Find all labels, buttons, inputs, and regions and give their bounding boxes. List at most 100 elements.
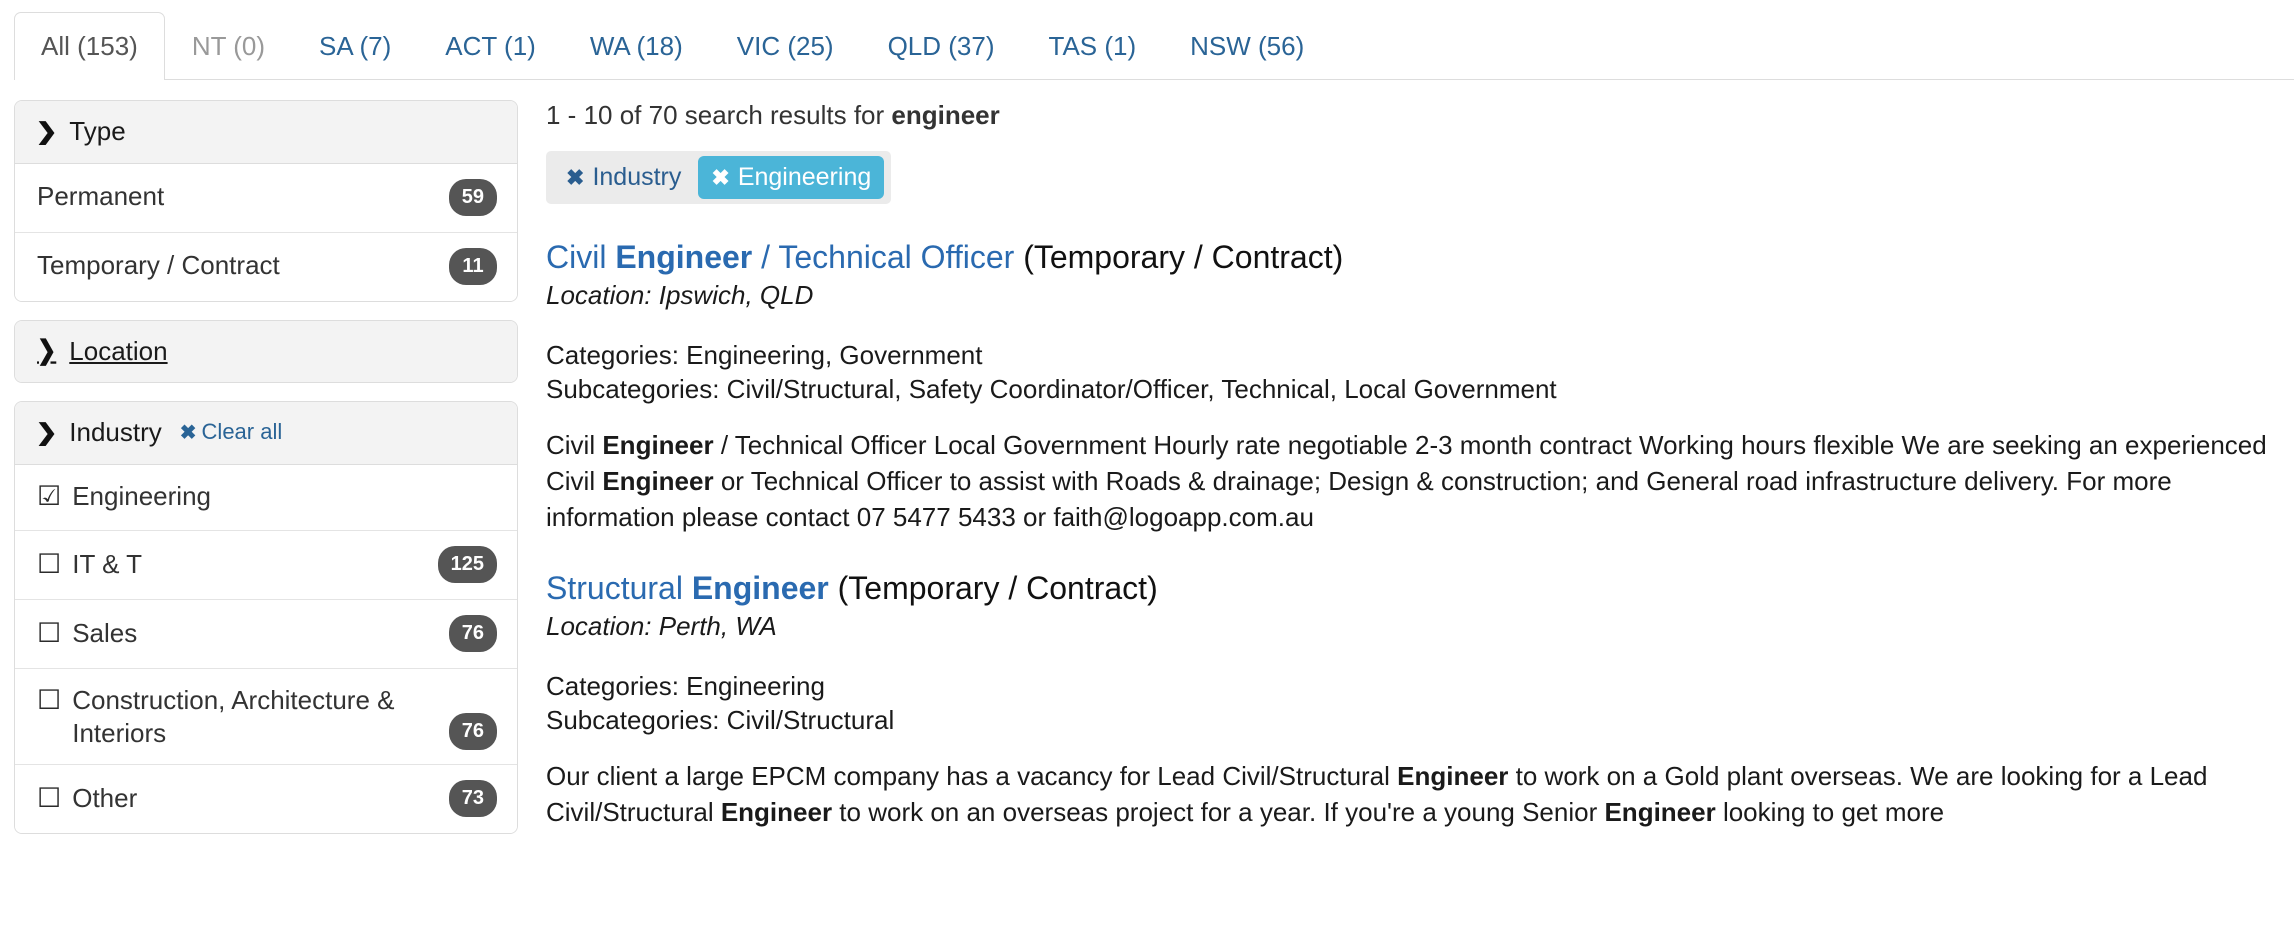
facet-row[interactable]: ☐ Sales 76 bbox=[15, 599, 517, 668]
job-title-highlight: Engineer bbox=[692, 570, 829, 606]
job-categories: Categories: Engineering, Government Subca… bbox=[546, 338, 2284, 407]
job-type-label: (Temporary / Contract) bbox=[1014, 239, 1343, 275]
checkbox-unchecked-icon[interactable]: ☐ bbox=[37, 782, 61, 815]
chevron-down-icon: ❯ bbox=[36, 120, 58, 143]
facet-row-label: Construction, Architecture & Interiors bbox=[72, 684, 435, 751]
facet-row-label: Temporary / Contract bbox=[37, 249, 280, 282]
job-description-text: Civil bbox=[546, 430, 602, 460]
tab-qld[interactable]: QLD (37) bbox=[861, 12, 1022, 80]
x-icon: ✖ bbox=[180, 422, 197, 444]
job-categories-line: Categories: Engineering bbox=[546, 671, 825, 701]
filter-chip-engineering[interactable]: ✖ Engineering bbox=[698, 156, 884, 199]
job-type-label: (Temporary / Contract) bbox=[829, 570, 1158, 606]
facet-panel-industry-header[interactable]: ❯ Industry ✖Clear all bbox=[15, 402, 517, 465]
job-categories-line: Categories: Engineering, Government bbox=[546, 340, 982, 370]
facet-row-left: Permanent bbox=[37, 180, 178, 213]
job-description-highlight: Engineer bbox=[602, 466, 713, 496]
tab-sa[interactable]: SA (7) bbox=[292, 12, 418, 80]
job-description-highlight: Engineer bbox=[1604, 797, 1715, 827]
facet-panel-type-rows: Permanent 59 Temporary / Contract 11 bbox=[15, 164, 517, 301]
checkbox-unchecked-icon[interactable]: ☐ bbox=[37, 684, 61, 717]
facet-count-badge: 76 bbox=[449, 615, 497, 652]
job-location: Location: Ipswich, QLD bbox=[546, 279, 2284, 312]
facet-row-label: Other bbox=[72, 782, 137, 815]
filter-chip-label: Industry bbox=[592, 165, 681, 190]
checkbox-checked-icon[interactable]: ☑ bbox=[37, 480, 61, 513]
clear-all-link[interactable]: ✖Clear all bbox=[180, 420, 282, 444]
search-results-column: 1 - 10 of 70 search results for engineer… bbox=[536, 100, 2294, 865]
chevron-down-icon: ❯ bbox=[36, 421, 58, 444]
job-description: Our client a large EPCM company has a va… bbox=[546, 759, 2284, 830]
job-description: Civil Engineer / Technical Officer Local… bbox=[546, 428, 2284, 535]
checkbox-unchecked-icon[interactable]: ☐ bbox=[37, 617, 61, 650]
facet-row-left: ☐ Construction, Architecture & Interiors bbox=[37, 684, 449, 751]
facet-count-badge: 59 bbox=[449, 179, 497, 216]
job-description-text: Our client a large EPCM company has a va… bbox=[546, 761, 1397, 791]
x-icon: ✖ bbox=[566, 167, 584, 189]
facet-row-left: Temporary / Contract bbox=[37, 249, 294, 282]
facet-row[interactable]: ☐ Construction, Architecture & Interiors 7… bbox=[15, 668, 517, 765]
job-description-text: looking to get more bbox=[1716, 797, 1944, 827]
tab-nt[interactable]: NT (0) bbox=[165, 12, 292, 80]
facet-count-badge: 11 bbox=[449, 248, 497, 285]
job-title-link[interactable]: Structural Engineer bbox=[546, 570, 829, 606]
facet-row[interactable]: ☐ Other 73 bbox=[15, 764, 517, 833]
job-subcategories-line: Subcategories: Civil/Structural bbox=[546, 705, 894, 735]
job-title-text: Civil bbox=[546, 239, 615, 275]
facet-sidebar: ❯ Type Permanent 59 Temporary / Contract 11… bbox=[14, 100, 536, 852]
facet-panel-location-title: Location bbox=[69, 337, 167, 366]
tab-wa[interactable]: WA (18) bbox=[563, 12, 710, 80]
facet-row-label: Sales bbox=[72, 617, 137, 650]
tab-all: All (153) bbox=[14, 12, 165, 80]
filter-chip-label: Engineering bbox=[738, 165, 871, 190]
facet-panel-type: ❯ Type Permanent 59 Temporary / Contract 11 bbox=[14, 100, 518, 302]
job-subcategories-line: Subcategories: Civil/Structural, Safety … bbox=[546, 374, 1557, 404]
facet-row-left: ☐ Sales bbox=[37, 617, 151, 650]
result-count: 1 - 10 of 70 search results for engineer bbox=[546, 100, 2284, 131]
facet-count-badge: 73 bbox=[449, 780, 497, 817]
facet-row[interactable]: Temporary / Contract 11 bbox=[15, 232, 517, 301]
state-tab-bar: All (153)NT (0)SA (7)ACT (1)WA (18)VIC (… bbox=[0, 0, 2294, 80]
checkbox-unchecked-icon[interactable]: ☐ bbox=[37, 548, 61, 581]
filter-chip-industry[interactable]: ✖ Industry bbox=[553, 156, 694, 199]
chevron-right-icon: ❯ bbox=[37, 338, 56, 364]
clear-all-label: Clear all bbox=[202, 419, 283, 444]
job-title-highlight: Engineer bbox=[615, 239, 752, 275]
job-title-text: Structural bbox=[546, 570, 692, 606]
job-description-highlight: Engineer bbox=[1397, 761, 1508, 791]
result-count-term: engineer bbox=[891, 100, 999, 130]
job-result: Civil Engineer / Technical Officer (Temp… bbox=[546, 238, 2284, 535]
facet-row-left: ☐ IT & T bbox=[37, 548, 156, 581]
active-filter-chip-bar: ✖ Industry ✖ Engineering bbox=[546, 151, 891, 204]
job-description-highlight: Engineer bbox=[602, 430, 713, 460]
job-title-link[interactable]: Civil Engineer / Technical Officer bbox=[546, 239, 1014, 275]
job-title: Structural Engineer (Temporary / Contrac… bbox=[546, 569, 2284, 608]
facet-panel-location: ❯ Location bbox=[14, 320, 518, 384]
facet-row[interactable]: Permanent 59 bbox=[15, 164, 517, 232]
job-title-text-tail: / Technical Officer bbox=[752, 239, 1014, 275]
x-icon: ✖ bbox=[711, 167, 729, 189]
result-count-prefix: 1 - 10 of 70 search results for bbox=[546, 100, 891, 130]
facet-row-label: Permanent bbox=[37, 180, 164, 213]
facet-panel-location-header[interactable]: ❯ Location bbox=[15, 321, 517, 383]
facet-panel-type-title: Type bbox=[69, 117, 125, 146]
facet-panel-industry: ❯ Industry ✖Clear all ☑ Engineering ☐ IT & … bbox=[14, 401, 518, 834]
job-description-text: or Technical Officer to assist with Road… bbox=[546, 466, 2172, 532]
job-description-highlight: Engineer bbox=[721, 797, 832, 827]
facet-row-label: IT & T bbox=[72, 548, 142, 581]
facet-row-label: Engineering bbox=[72, 480, 211, 513]
facet-row[interactable]: ☐IT & T125 bbox=[15, 530, 517, 599]
tab-nsw[interactable]: NSW (56) bbox=[1163, 12, 1331, 80]
tab-tas[interactable]: TAS (1) bbox=[1022, 12, 1164, 80]
tab-vic[interactable]: VIC (25) bbox=[710, 12, 861, 80]
tab-act[interactable]: ACT (1) bbox=[418, 12, 563, 80]
job-result-list: Civil Engineer / Technical Officer (Temp… bbox=[546, 238, 2284, 830]
job-result: Structural Engineer (Temporary / Contrac… bbox=[546, 569, 2284, 830]
job-categories: Categories: Engineering Subcategories: Ci… bbox=[546, 669, 2284, 738]
facet-row-left: ☐ Other bbox=[37, 782, 151, 815]
facet-row[interactable]: ☑ Engineering bbox=[15, 465, 517, 530]
facet-count-badge: 76 bbox=[449, 713, 497, 750]
facet-panel-type-header[interactable]: ❯ Type bbox=[15, 101, 517, 164]
facet-panel-industry-rows: ☑Engineering☐IT & T125☐Sales76☐Construct… bbox=[15, 465, 517, 834]
facet-row-left: ☑ Engineering bbox=[37, 480, 225, 513]
